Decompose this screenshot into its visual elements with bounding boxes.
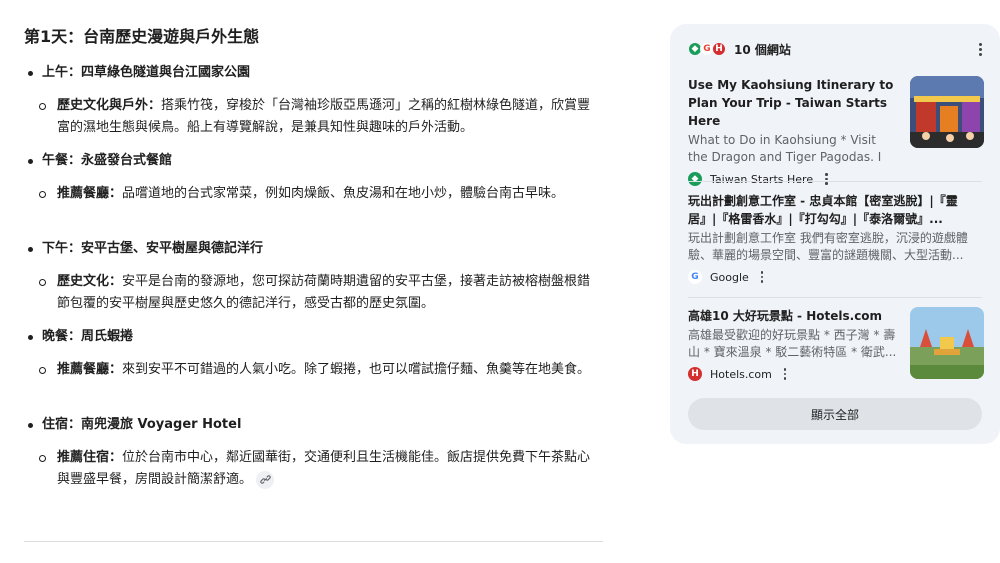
itinerary-section-afternoon: 下午：安平古堡、安平樹屋與德記洋行 歷史文化：安平是台南的發源地，您可探訪荷蘭時… bbox=[24, 239, 604, 315]
card-title[interactable]: Use My Kaohsiung Itinerary to Plan Your … bbox=[688, 76, 898, 130]
card-snippet: 玩出計劃創意工作室 我們有密室逃脫，沉浸的遊戲體驗、華麗的場景空間、豐富的謎題機… bbox=[688, 231, 968, 262]
show-all-button[interactable]: 顯示全部 bbox=[688, 398, 982, 430]
source-name: Taiwan Starts Here bbox=[710, 172, 814, 186]
card-title[interactable]: 玩出計劃創意工作室 - 忠貞本館【密室逃脫】|『靈居』|『格雷香水』|『打勾勾』… bbox=[688, 192, 984, 228]
detail-label: 歷史文化： bbox=[57, 274, 123, 289]
sources-panel: ◆ G H 10 個網站 Use My Kaohsiung Itinerary … bbox=[670, 24, 1000, 444]
taiwan-starts-here-icon: ◆ bbox=[688, 172, 702, 186]
itinerary-section-lunch: 午餐：永盛發台式餐館 推薦餐廳：品嚐道地的台式家常菜，例如肉燥飯、魚皮湯和在地小… bbox=[24, 151, 604, 227]
detail-text: 安平是台南的發源地，您可探訪荷蘭時期遺留的安平古堡，接著走訪被榕樹盤根錯節包覆的… bbox=[57, 274, 591, 311]
card-text: Use My Kaohsiung Itinerary to Plan Your … bbox=[688, 76, 898, 186]
more-options-icon[interactable] bbox=[825, 173, 828, 185]
section-detail: 推薦餐廳：品嚐道地的台式家常菜，例如肉燥飯、魚皮湯和在地小炒，體驗台南古早味。 bbox=[39, 183, 602, 227]
card-source: ◆ Taiwan Starts Here bbox=[688, 172, 898, 186]
card-snippet: 高雄最受歡迎的好玩景點 * 西子灣 * 壽山 * 寶來溫泉 * 駁二藝術特區 *… bbox=[688, 328, 897, 359]
card-thumbnail-image bbox=[910, 307, 984, 379]
detail-label: 推薦餐廳： bbox=[57, 362, 123, 377]
section-heading: 上午：四草綠色隧道與台江國家公園 bbox=[24, 63, 604, 83]
card-text: 高雄10 大好玩景點 - Hotels.com 高雄最受歡迎的好玩景點 * 西子… bbox=[688, 307, 898, 381]
hotels-com-icon: H bbox=[712, 42, 726, 56]
section-heading: 住宿：南兜漫旅 Voyager Hotel bbox=[24, 415, 604, 435]
more-options-icon[interactable] bbox=[783, 368, 787, 380]
more-options-icon[interactable] bbox=[974, 42, 986, 56]
more-options-icon[interactable] bbox=[760, 271, 764, 283]
card-separator bbox=[688, 297, 982, 298]
section-heading: 下午：安平古堡、安平樹屋與德記洋行 bbox=[24, 239, 604, 259]
hotels-com-icon: H bbox=[688, 367, 702, 381]
section-divider bbox=[24, 541, 603, 542]
card-separator bbox=[688, 181, 982, 182]
citation-link-icon[interactable] bbox=[256, 470, 275, 489]
source-name: Hotels.com bbox=[710, 367, 772, 381]
section-detail: 歷史文化：安平是台南的發源地，您可探訪荷蘭時期遺留的安平古堡，接著走訪被榕樹盤根… bbox=[39, 271, 602, 315]
itinerary-section-lodging: 住宿：南兜漫旅 Voyager Hotel 推薦住宿：位於台南市中心，鄰近國華街… bbox=[24, 415, 604, 491]
card-source: H Hotels.com bbox=[688, 367, 898, 381]
section-detail: 推薦住宿：位於台南市中心，鄰近國華街，交通便利且生活機能佳。飯店提供免費下午茶點… bbox=[39, 447, 602, 491]
google-icon: G bbox=[688, 270, 702, 284]
detail-text: 品嚐道地的台式家常菜，例如肉燥飯、魚皮湯和在地小炒，體驗台南古早味。 bbox=[122, 186, 565, 201]
detail-text: 位於台南市中心，鄰近國華街，交通便利且生活機能佳。飯店提供免費下午茶點心與豐盛早… bbox=[57, 450, 591, 487]
section-detail: 推薦餐廳：來到安平不可錯過的人氣小吃。除了蝦捲，也可以嚐試擔仔麵、魚羹等在地美食… bbox=[39, 359, 602, 403]
card-snippet: What to Do in Kaohsiung * Visit the Drag… bbox=[688, 133, 882, 164]
card-thumbnail-image bbox=[910, 76, 984, 148]
detail-label: 推薦餐廳： bbox=[57, 186, 123, 201]
source-card[interactable]: 高雄10 大好玩景點 - Hotels.com 高雄最受歡迎的好玩景點 * 西子… bbox=[688, 307, 984, 381]
itinerary-article: 第1天：台南歷史漫遊與戶外生態 上午：四草綠色隧道與台江國家公園 歷史文化與戶外… bbox=[24, 26, 604, 503]
detail-text: 來到安平不可錯過的人氣小吃。除了蝦捲，也可以嚐試擔仔麵、魚羹等在地美食。 bbox=[122, 362, 591, 377]
section-heading: 晚餐：周氏蝦捲 bbox=[24, 327, 604, 347]
section-heading: 午餐：永盛發台式餐館 bbox=[24, 151, 604, 171]
itinerary-section-morning: 上午：四草綠色隧道與台江國家公園 歷史文化與戶外：搭乘竹筏，穿梭於「台灣袖珍版亞… bbox=[24, 63, 604, 139]
detail-label: 歷史文化與戶外： bbox=[57, 98, 162, 113]
sources-header: ◆ G H 10 個網站 bbox=[688, 38, 986, 60]
source-card[interactable]: 玩出計劃創意工作室 - 忠貞本館【密室逃脫】|『靈居』|『格雷香水』|『打勾勾』… bbox=[688, 192, 984, 284]
source-name: Google bbox=[710, 270, 749, 284]
card-source: G Google bbox=[688, 270, 984, 284]
section-detail: 歷史文化與戶外：搭乘竹筏，穿梭於「台灣袖珍版亞馬遜河」之稱的紅樹林綠色隧道，欣賞… bbox=[39, 95, 602, 139]
card-title[interactable]: 高雄10 大好玩景點 - Hotels.com bbox=[688, 307, 898, 325]
detail-label: 推薦住宿： bbox=[57, 450, 123, 465]
source-card[interactable]: Use My Kaohsiung Itinerary to Plan Your … bbox=[688, 76, 984, 186]
source-favicons: ◆ G H bbox=[688, 42, 726, 56]
itinerary-section-dinner: 晚餐：周氏蝦捲 推薦餐廳：來到安平不可錯過的人氣小吃。除了蝦捲，也可以嚐試擔仔麵… bbox=[24, 327, 604, 403]
sources-count: 10 個網站 bbox=[734, 42, 791, 57]
day-title: 第1天：台南歷史漫遊與戶外生態 bbox=[24, 27, 260, 46]
